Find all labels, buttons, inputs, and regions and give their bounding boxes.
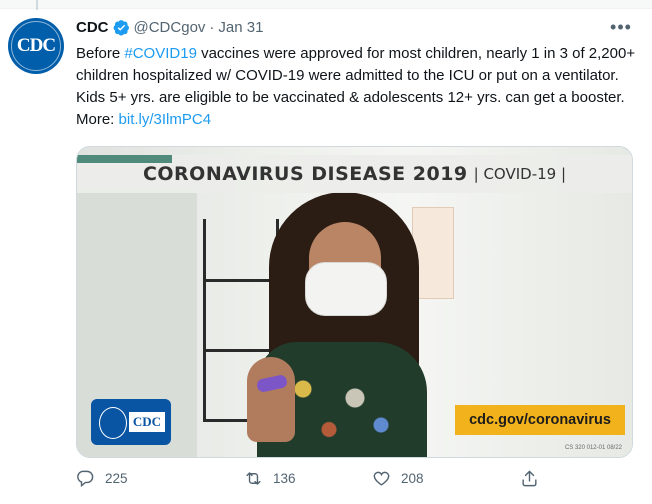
reply-icon (77, 470, 94, 488)
media-banner: CORONAVIRUS DISEASE 2019 | COVID-19 | (77, 155, 632, 193)
tweet-actions: 225 136 208 (76, 469, 636, 497)
avatar-ring (11, 21, 61, 71)
share-icon (522, 470, 537, 487)
previous-tweet-divider (0, 0, 652, 9)
tweet-header: CDC @CDCgov · Jan 31 (76, 19, 263, 36)
share-button[interactable] (520, 469, 549, 488)
cdc-logo-text: CDC (128, 412, 165, 432)
thread-line (36, 0, 38, 10)
person-mask (305, 262, 387, 316)
tweet-text-before: Before (76, 45, 125, 62)
cdc-logo: CDC (91, 399, 171, 445)
tweet-media-image[interactable]: CORONAVIRUS DISEASE 2019 | COVID-19 | CD… (76, 146, 633, 458)
tweet-date[interactable]: Jan 31 (218, 19, 263, 36)
hashtag-link[interactable]: #COVID19 (124, 45, 197, 62)
media-fine-print: CS 320 012-01 08/22 (564, 445, 622, 451)
reply-count: 225 (105, 471, 128, 486)
avatar[interactable]: CDC (8, 18, 64, 74)
retweet-icon (246, 472, 261, 485)
retweet-button[interactable]: 136 (244, 469, 296, 488)
more-horizontal-icon: ••• (610, 17, 632, 37)
banner-subtitle: | COVID-19 | (473, 165, 567, 183)
reply-button[interactable]: 225 (76, 469, 128, 488)
media-person (247, 192, 447, 457)
tweet-text: Before #COVID19 vaccines were approved f… (76, 43, 636, 131)
like-button[interactable]: 208 (372, 469, 424, 488)
author-handle[interactable]: @CDCgov (134, 19, 206, 36)
verified-badge-icon (113, 20, 129, 36)
heart-icon (373, 471, 390, 486)
cdc-url-label: cdc.gov/coronavirus (455, 405, 625, 435)
hhs-seal-icon (99, 407, 127, 439)
like-count: 208 (401, 471, 424, 486)
banner-title: CORONAVIRUS DISEASE 2019 (142, 163, 468, 185)
banner-accent (77, 155, 172, 163)
meta-separator: · (209, 19, 215, 36)
person-arm (247, 357, 295, 442)
author-name[interactable]: CDC (76, 19, 109, 36)
more-options-button[interactable]: ••• (609, 17, 633, 37)
retweet-count: 136 (273, 471, 296, 486)
more-link[interactable]: bit.ly/3IlmPC4 (119, 111, 212, 128)
